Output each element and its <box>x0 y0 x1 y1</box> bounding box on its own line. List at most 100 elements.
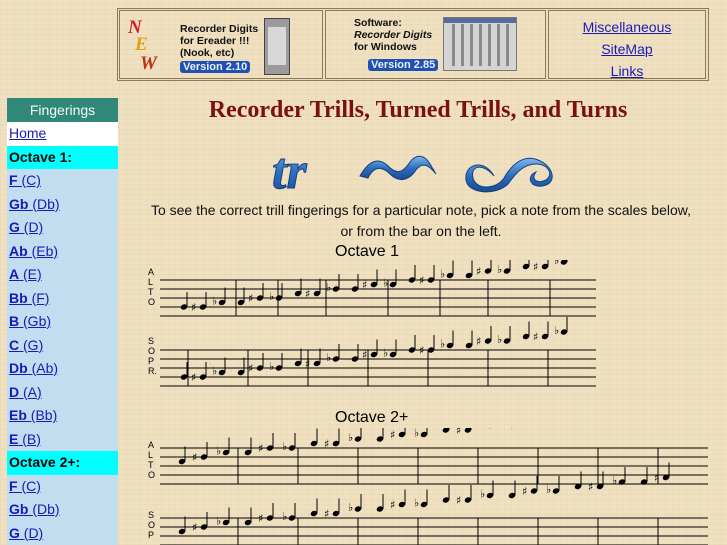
note-symbol[interactable] <box>310 498 318 518</box>
note-name: Eb <box>9 407 27 423</box>
note-symbol[interactable]: ♯ <box>390 489 406 512</box>
note-symbol[interactable]: ♭ <box>269 353 283 373</box>
accidental-icon: ♯ <box>588 481 593 494</box>
note-symbol[interactable] <box>180 362 188 381</box>
ereader-promo[interactable]: N E W Recorder Digits for Ereader !!! (N… <box>119 10 323 79</box>
note-symbol[interactable]: ♯ <box>419 335 435 357</box>
note-symbol[interactable]: ♯ <box>419 265 435 287</box>
note-symbol[interactable] <box>465 330 473 350</box>
note-symbol[interactable]: ♯ <box>456 485 472 507</box>
note-symbol[interactable]: ♭ <box>326 274 340 294</box>
note-link[interactable]: Db (Ab) <box>9 360 58 376</box>
note-symbol[interactable] <box>522 321 530 341</box>
note-symbol[interactable] <box>574 471 582 491</box>
note-symbol[interactable]: ♯ <box>258 503 274 525</box>
note-symbol[interactable]: ♯ <box>191 292 207 314</box>
note-link[interactable]: Gb (Db) <box>9 196 60 212</box>
note-symbol[interactable] <box>522 260 530 270</box>
note-symbol[interactable]: ♭ <box>440 260 454 281</box>
note-symbol[interactable] <box>310 428 318 448</box>
note-symbol[interactable] <box>237 287 245 307</box>
note-symbol[interactable]: ♭ <box>348 494 362 514</box>
note-symbol[interactable]: ♭ <box>269 283 283 303</box>
sidebar-item-note: Eb (Bb) <box>7 404 118 428</box>
note-symbol[interactable]: ♯ <box>324 498 340 521</box>
note-symbol[interactable] <box>442 428 450 434</box>
note-link[interactable]: F (C) <box>9 478 41 494</box>
note-symbol[interactable]: ♭ <box>497 260 511 276</box>
note-symbol[interactable]: ♯ <box>324 428 340 451</box>
note-symbol[interactable] <box>351 344 359 363</box>
note-symbol[interactable]: ♭ <box>282 433 296 453</box>
note-link[interactable]: B (Gb) <box>9 313 51 329</box>
note-symbol[interactable]: ♭ <box>414 489 428 510</box>
note-symbol[interactable] <box>294 348 302 368</box>
note-link[interactable]: A (E) <box>9 266 42 282</box>
note-symbol[interactable] <box>178 516 186 536</box>
note-symbol[interactable] <box>294 278 302 298</box>
soprano-staff[interactable]: ♯ ♭ ♯ ♭ ♯ ♭ ♯ ♭ ♯ ♭ ♯ ♭ ♯ ♭ <box>160 317 596 387</box>
note-symbol[interactable]: ♭ <box>554 317 568 337</box>
note-symbol[interactable]: ♭ <box>440 330 454 351</box>
note-symbol[interactable]: ♯ <box>522 476 538 498</box>
note-symbol[interactable]: ♭ <box>282 503 296 523</box>
note-link[interactable]: Gb (Db) <box>9 501 60 517</box>
alto-staff[interactable]: ♯ ♭ ♯ ♭ ♯ ♭ ♯ ♭ ♯ ♭ ♯ ♭ ♯ ♭ <box>160 260 596 317</box>
link-links[interactable]: Links <box>549 60 705 82</box>
note-link[interactable]: C (G) <box>9 337 43 353</box>
note-symbol[interactable] <box>178 446 186 466</box>
note-symbol[interactable] <box>640 467 648 486</box>
note-symbol[interactable] <box>508 428 516 429</box>
home-link[interactable]: Home <box>9 125 46 141</box>
note-link[interactable]: E (B) <box>9 431 41 447</box>
note-symbol[interactable]: ♯ <box>248 283 264 305</box>
note-symbol[interactable]: ♯ <box>258 433 274 455</box>
note-symbol[interactable] <box>408 335 416 354</box>
note-symbol[interactable]: ♯ <box>248 353 264 375</box>
note-symbol[interactable] <box>351 274 359 293</box>
note-symbol[interactable] <box>408 265 416 284</box>
note-link[interactable]: D (A) <box>9 384 42 400</box>
note-symbol[interactable] <box>180 292 188 311</box>
note-symbol[interactable]: ♯ <box>476 260 492 278</box>
note-symbol[interactable] <box>244 507 252 527</box>
note-symbol[interactable] <box>376 428 384 443</box>
note-link[interactable]: F (C) <box>9 172 41 188</box>
windows-software-promo[interactable]: Software: Recorder Digits for Windows Ve… <box>325 10 546 79</box>
note-link[interactable]: Eb (Bb) <box>9 407 57 423</box>
note-symbol[interactable]: ♯ <box>192 512 208 534</box>
note-symbol[interactable]: ♭ <box>348 428 362 444</box>
link-miscellaneous[interactable]: Miscellaneous <box>549 16 705 38</box>
trill-icon: tr <box>272 143 307 196</box>
note-symbol[interactable]: ♭ <box>546 476 560 496</box>
alto-staff[interactable]: ♯♭♯♭♯♭♯♭♯♭♯♭♯♭♯ <box>160 428 708 485</box>
note-symbol[interactable]: ♯ <box>192 442 208 464</box>
note-symbol[interactable] <box>237 357 245 377</box>
octave-2-staff[interactable]: ♯♭♯♭♯♭♯♭♯♭♯♭♯♭♯ ♯♭♯♭♯♭♯♭♯♭♯♭♯♭♯ <box>148 428 708 545</box>
link-sitemap[interactable]: SiteMap <box>549 38 705 60</box>
octave-1-staff[interactable]: ♯ ♭ ♯ ♭ ♯ ♭ ♯ ♭ ♯ ♭ ♯ ♭ ♯ ♭ ♯ ♭ ♯ ♭ ♯ ♭ ♯ ♭ ♯ ♭ ♯ ♭ ♯ ♭ <box>148 260 596 390</box>
note-link[interactable]: G (D) <box>9 525 43 541</box>
sidebar-item-note: Db (Ab) <box>7 357 118 381</box>
note-symbol[interactable] <box>508 480 516 500</box>
note-symbol[interactable]: ♯ <box>390 428 406 442</box>
note-symbol[interactable] <box>376 494 384 513</box>
promo-line: for Windows <box>354 41 417 53</box>
note-symbol[interactable]: ♭ <box>480 428 494 431</box>
note-symbol[interactable] <box>442 485 450 504</box>
note-symbol[interactable]: ♯ <box>476 326 492 348</box>
note-symbol[interactable] <box>465 260 473 280</box>
note-symbol[interactable]: ♭ <box>554 260 568 267</box>
note-link[interactable]: Ab (Eb) <box>9 243 58 259</box>
note-symbol[interactable] <box>244 437 252 457</box>
note-link[interactable]: G (D) <box>9 219 43 235</box>
note-symbol[interactable]: ♯ <box>533 260 549 274</box>
note-link[interactable]: Bb (F) <box>9 290 49 306</box>
note-symbol[interactable]: ♭ <box>326 344 340 364</box>
note-symbol[interactable]: ♯ <box>456 428 472 437</box>
accidental-icon: ♯ <box>362 349 367 362</box>
note-symbol[interactable]: ♭ <box>497 326 511 346</box>
note-symbol[interactable]: ♭ <box>414 428 428 440</box>
note-symbol[interactable]: ♯ <box>191 362 207 384</box>
note-symbol[interactable]: ♯ <box>533 321 549 344</box>
